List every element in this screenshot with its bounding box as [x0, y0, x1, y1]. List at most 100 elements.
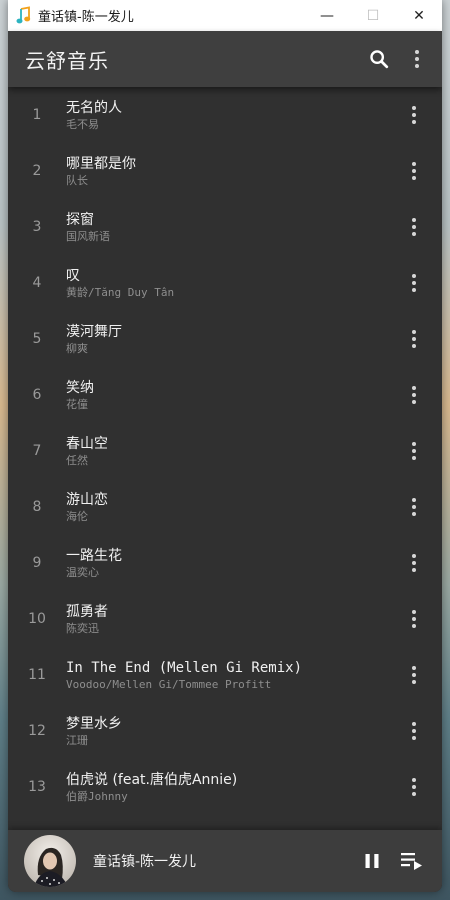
pause-icon: [365, 854, 379, 868]
song-title: 笑纳: [66, 379, 94, 396]
song-more-button[interactable]: [386, 199, 442, 255]
song-index: 5: [32, 331, 42, 347]
song-more-button[interactable]: [386, 647, 442, 703]
now-playing-title[interactable]: 童话镇-陈一发儿: [93, 851, 352, 871]
song-more-button[interactable]: [386, 311, 442, 367]
song-title: 漠河舞厅: [66, 323, 122, 340]
more-vert-icon: [412, 386, 416, 404]
song-row[interactable]: 3 探窗 国风新语: [8, 199, 442, 255]
more-vert-icon: [412, 554, 416, 572]
app-window: 童话镇-陈一发儿 — ☐ ✕ 云舒音乐 1 无名的人 毛不易 2 哪里都是你 队长 3 探窗国…: [8, 0, 442, 892]
more-vert-icon: [412, 274, 416, 292]
song-artist: 毛不易: [66, 117, 99, 131]
song-index: 3: [32, 219, 42, 235]
song-index: 1: [32, 107, 42, 123]
song-row[interactable]: 1 无名的人 毛不易: [8, 87, 442, 143]
song-title: 探窗: [66, 211, 94, 228]
more-vert-icon: [412, 218, 416, 236]
song-more-button[interactable]: [386, 703, 442, 759]
song-info: 探窗 国风新语: [66, 211, 386, 244]
song-artist: 陈奕迅: [66, 621, 99, 635]
song-artist: 花僮: [66, 397, 88, 411]
more-vert-icon: [412, 330, 416, 348]
app-bar: 云舒音乐: [8, 31, 442, 87]
song-info: 漠河舞厅 柳爽: [66, 323, 386, 356]
song-artist: 队长: [66, 173, 88, 187]
minimize-button[interactable]: —: [304, 0, 350, 31]
song-row[interactable]: 5 漠河舞厅 柳爽: [8, 311, 442, 367]
song-row[interactable]: 6 笑纳 花僮: [8, 367, 442, 423]
more-vert-icon: [412, 442, 416, 460]
song-title: 孤勇者: [66, 603, 108, 620]
search-button[interactable]: [360, 39, 398, 79]
song-title: 哪里都是你: [66, 155, 136, 172]
search-icon: [370, 50, 389, 69]
song-info: 叹黄龄/Tăng Duy Tân: [66, 267, 386, 300]
song-info: 游山恋 海伦: [66, 491, 386, 524]
window-title: 童话镇-陈一发儿: [38, 10, 134, 25]
song-info: 一路生花 温奕心: [66, 547, 386, 580]
song-artist: 伯爵Johnny: [66, 789, 128, 803]
song-title: 伯虎说 (feat.唐伯虎Annie): [66, 771, 238, 788]
song-title: 游山恋: [66, 491, 108, 508]
song-more-button[interactable]: [386, 479, 442, 535]
more-vert-icon: [412, 610, 416, 628]
more-options-button[interactable]: [398, 39, 436, 79]
song-index: 2: [32, 163, 42, 179]
song-row[interactable]: 7 春山空 任然: [8, 423, 442, 479]
playlist-button[interactable]: [392, 841, 432, 881]
song-more-button[interactable]: [386, 591, 442, 647]
song-index: 8: [32, 499, 42, 515]
window-titlebar[interactable]: 童话镇-陈一发儿 — ☐ ✕: [8, 0, 442, 31]
song-more-button[interactable]: [386, 143, 442, 199]
song-more-button[interactable]: [386, 759, 442, 815]
more-vert-icon: [412, 106, 416, 124]
song-index: 4: [32, 275, 42, 291]
song-row[interactable]: 11 In The End (Mellen Gi Remix) Voodoo/Mel…: [8, 647, 442, 703]
song-row[interactable]: 4 叹黄龄/Tăng Duy Tân: [8, 255, 442, 311]
album-cover-image: [24, 835, 76, 887]
song-info: 春山空 任然: [66, 435, 386, 468]
album-cover[interactable]: [24, 835, 76, 887]
more-vert-icon: [412, 722, 416, 740]
song-title: 梦里水乡: [66, 715, 122, 732]
maximize-button[interactable]: ☐: [350, 0, 396, 31]
window-controls: — ☐ ✕: [304, 0, 442, 31]
song-info: 梦里水乡 江珊: [66, 715, 386, 748]
pause-button[interactable]: [352, 841, 392, 881]
song-list[interactable]: 1 无名的人 毛不易 2 哪里都是你 队长 3 探窗 国风新语 4 叹黄龄/Tăng Duy Tân…: [8, 87, 442, 830]
more-vert-icon: [412, 162, 416, 180]
song-title: 叹: [66, 267, 80, 284]
song-title: In The End (Mellen Gi Remix): [66, 659, 303, 676]
song-title: 无名的人: [66, 99, 122, 116]
app-bar-actions: [360, 31, 436, 87]
song-row[interactable]: 8 游山恋 海伦: [8, 479, 442, 535]
song-index: 11: [28, 667, 46, 683]
mini-player[interactable]: 童话镇-陈一发儿: [8, 830, 442, 892]
song-artist: 国风新语: [66, 229, 110, 243]
close-button[interactable]: ✕: [396, 0, 442, 31]
song-more-button[interactable]: [386, 255, 442, 311]
song-index: 9: [32, 555, 42, 571]
music-note-app-icon: [16, 5, 31, 23]
song-index: 10: [28, 611, 46, 627]
song-artist: 海伦: [66, 509, 88, 523]
song-artist: 江珊: [66, 733, 88, 747]
song-info: 笑纳 花僮: [66, 379, 386, 412]
song-row[interactable]: 2 哪里都是你 队长: [8, 143, 442, 199]
song-info: 无名的人 毛不易: [66, 99, 386, 132]
song-more-button[interactable]: [386, 535, 442, 591]
more-vert-icon: [415, 50, 419, 68]
song-row[interactable]: 12 梦里水乡 江珊: [8, 703, 442, 759]
song-more-button[interactable]: [386, 367, 442, 423]
more-vert-icon: [412, 778, 416, 796]
song-artist: Voodoo/Mellen Gi/Tommee Profitt: [66, 677, 272, 691]
song-more-button[interactable]: [386, 423, 442, 479]
song-title: 一路生花: [66, 547, 122, 564]
song-row[interactable]: 9 一路生花 温奕心: [8, 535, 442, 591]
song-more-button[interactable]: [386, 87, 442, 143]
song-info: 孤勇者 陈奕迅: [66, 603, 386, 636]
song-artist: 任然: [66, 453, 88, 467]
song-row[interactable]: 10 孤勇者 陈奕迅: [8, 591, 442, 647]
song-row[interactable]: 13 伯虎说 (feat.唐伯虎Annie) 伯爵Johnny: [8, 759, 442, 815]
